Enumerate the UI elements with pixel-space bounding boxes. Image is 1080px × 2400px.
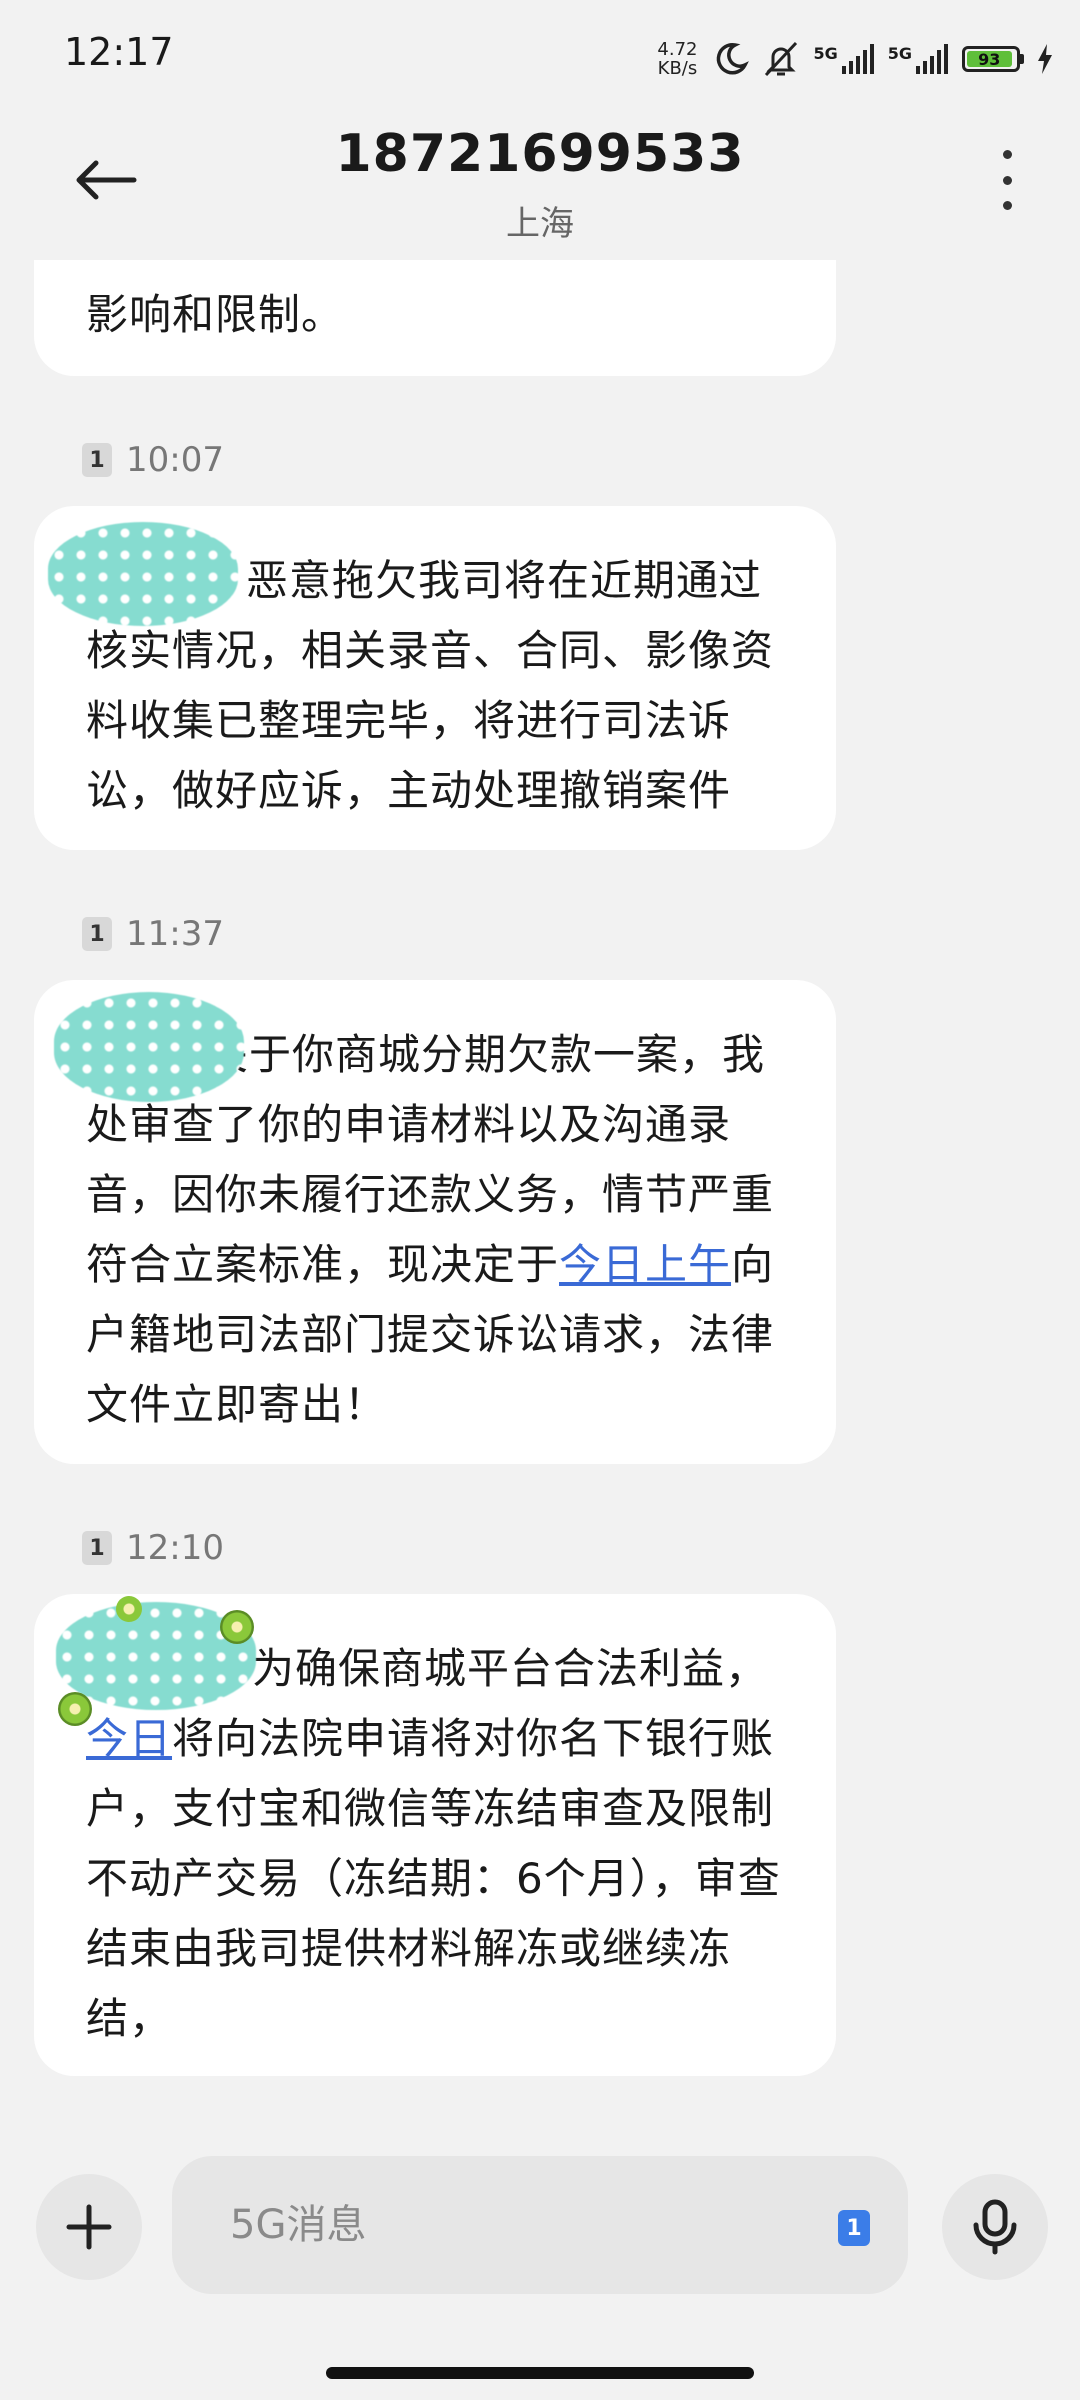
date-link[interactable]: 今日上午 — [559, 1240, 731, 1289]
sim-badge: 1 — [82, 1531, 112, 1565]
sim1-network-type: 5G — [813, 44, 838, 63]
message-time: 12:10 — [126, 1528, 224, 1568]
mic-icon — [973, 2199, 1017, 2255]
kiwi-sticker — [116, 1596, 142, 1622]
contact-number[interactable]: 18721699533 — [0, 124, 1080, 184]
network-speed-value: 4.72 — [657, 39, 698, 60]
conversation-header: 18721699533 上海 — [0, 120, 1080, 260]
moon-icon — [713, 41, 750, 77]
add-attachment-button[interactable] — [36, 2174, 142, 2280]
home-indicator[interactable] — [326, 2367, 754, 2379]
more-vert-icon — [1002, 150, 1012, 159]
network-speed: 4.72 KB/s — [653, 40, 701, 78]
kiwi-sticker — [58, 1692, 92, 1726]
compose-bar: 1 — [0, 2148, 1080, 2298]
charging-icon — [1036, 44, 1054, 74]
message-text: 影响和限制。 — [86, 290, 345, 339]
message-timestamp: 1 10:07 — [82, 440, 224, 480]
plus-icon — [66, 2204, 112, 2250]
status-bar: 12:17 4.72 KB/s 5G 5G 93 — [0, 0, 1080, 120]
kiwi-sticker — [220, 1610, 254, 1644]
message-time: 10:07 — [126, 440, 224, 480]
message-bubble[interactable]: 恶意拖欠我司将在近期通过核实情况，相关录音、合同、影像资料收集已整理完毕，将进行… — [34, 506, 836, 850]
message-bubble[interactable]: 关于你商城分期欠款一案，我处审查了你的申请材料以及沟通录音，因你未履行还款义务，… — [34, 980, 836, 1464]
sim-select-button[interactable]: 1 — [838, 2210, 870, 2246]
message-bubble[interactable]: 为确保商城平台合法利益，今日将向法院申请将对你名下银行账户，支付宝和微信等冻结审… — [34, 1594, 836, 2076]
redaction-sticker — [48, 522, 238, 626]
message-timestamp: 1 11:37 — [82, 914, 224, 954]
more-options-button[interactable] — [992, 150, 1022, 210]
message-input[interactable] — [228, 2201, 772, 2249]
contact-location: 上海 — [506, 204, 574, 244]
voice-input-button[interactable] — [942, 2174, 1048, 2280]
network-speed-unit: KB/s — [657, 58, 698, 79]
message-input-container[interactable]: 1 — [172, 2156, 908, 2294]
sim1-signal-icon: 5G — [813, 44, 875, 74]
message-time: 11:37 — [126, 914, 224, 954]
date-link[interactable]: 今日 — [86, 1714, 172, 1763]
message-timestamp: 1 12:10 — [82, 1528, 224, 1568]
status-time: 12:17 — [64, 30, 174, 74]
status-icons: 4.72 KB/s 5G 5G 93 — [653, 34, 1054, 84]
battery-level: 93 — [967, 50, 1012, 69]
sim-badge: 1 — [82, 443, 112, 477]
sim2-network-type: 5G — [887, 44, 912, 63]
sim2-signal-icon: 5G — [888, 44, 950, 74]
battery-icon: 93 — [962, 46, 1024, 72]
sim-badge: 1 — [82, 917, 112, 951]
mute-bell-icon — [761, 39, 801, 79]
redaction-sticker — [54, 992, 244, 1102]
